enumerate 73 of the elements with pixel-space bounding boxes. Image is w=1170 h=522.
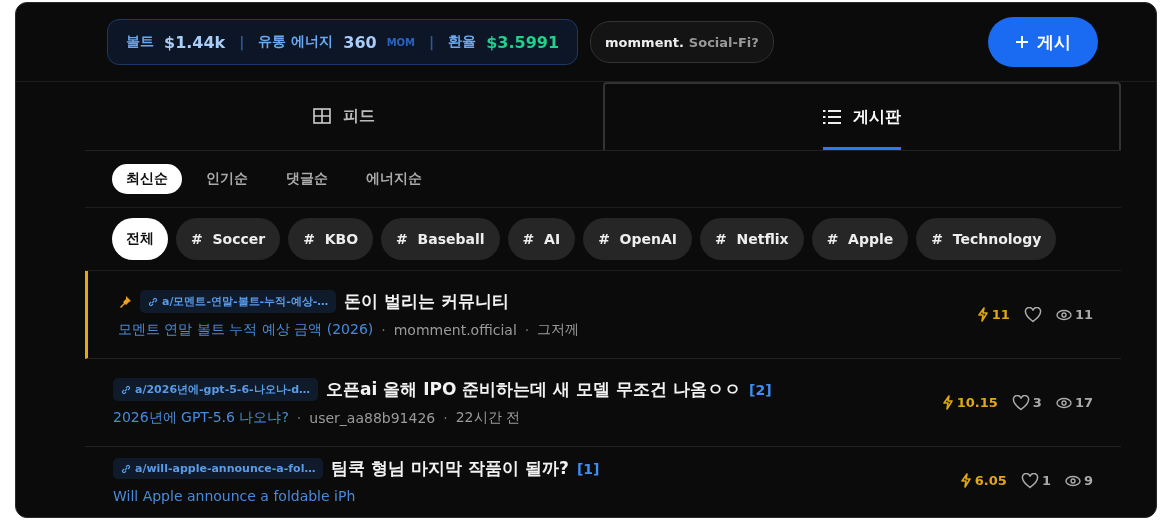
post-author[interactable]: momment.official: [393, 322, 517, 338]
post-title[interactable]: 오픈ai 올해 IPO 준비하는데 새 모델 무조건 나옴ㅇㅇ: [326, 378, 742, 401]
view-count: 17: [1074, 395, 1093, 410]
post-row[interactable]: a/will-apple-announce-a-fol… 팀쿡 형님 마지막 작품이 될까? [1] Will Apple announce a foldable iPh 6.05 1 9: [85, 447, 1121, 508]
link-icon: [121, 384, 131, 395]
post-row[interactable]: a/모멘트-연말-볼트-누적-예상-… 돈이 벌리는 커뮤니티 모멘트 연말 볼트 누적 예상 금액 (2026) · momment.official · 그저께 11 11: [85, 271, 1121, 359]
brand-tagline: Social-Fi?: [688, 34, 759, 50]
view-tab[interactable]: 피드: [85, 82, 603, 150]
market-link[interactable]: 모멘트 연말 볼트 누적 예상 금액 (2026): [118, 321, 374, 339]
post-row[interactable]: a/2026년에-gpt-5-6-나오나-d… 오픈ai 올해 IPO 준비하는데 새 모델 무조건 나옴ㅇㅇ [2] 2026년에 GPT-5.6 나오냐? · user_aa88b91426 · 22시간 전 10.15 3 17: [85, 359, 1121, 447]
lightning-icon: [959, 473, 972, 488]
lightning-icon: [941, 395, 954, 410]
eye-icon: [1064, 474, 1081, 487]
tag-chip[interactable]: # KBO: [288, 218, 374, 260]
tag-chip[interactable]: # Netflix: [700, 218, 804, 260]
post-button[interactable]: 게시: [988, 17, 1098, 67]
post-author[interactable]: user_aa88b91426: [309, 410, 436, 426]
plus-icon: [1015, 35, 1029, 49]
comment-count: [1]: [576, 460, 600, 477]
community-tag[interactable]: a/2026년에-gpt-5-6-나오나-d…: [113, 378, 319, 401]
view-tab[interactable]: 게시판: [603, 82, 1121, 150]
community-tag[interactable]: a/will-apple-announce-a-fol…: [113, 458, 324, 479]
like-count: 1: [1041, 473, 1051, 488]
sort-tab[interactable]: 인기순: [192, 164, 262, 194]
separator-dot: ·: [524, 322, 530, 338]
tag-chip[interactable]: # Soccer: [176, 218, 281, 260]
energy-value: 360: [343, 32, 377, 52]
tag-chip[interactable]: 전체: [112, 218, 168, 260]
rate-label: 환율: [448, 33, 477, 51]
pin-icon: [118, 294, 132, 309]
separator-dot: ·: [443, 410, 448, 426]
energy-count: 6.05: [974, 473, 1007, 488]
heart-icon[interactable]: [1020, 472, 1039, 489]
energy-unit: MOM: [386, 36, 416, 48]
sort-tab[interactable]: 최신순: [112, 164, 182, 194]
heart-icon[interactable]: [1023, 306, 1042, 323]
volt-label: 볼트: [126, 33, 154, 51]
eye-icon: [1055, 308, 1072, 321]
list-icon: [823, 110, 841, 124]
volt-value: $1.44k: [164, 32, 226, 52]
link-icon: [121, 463, 131, 474]
eye-icon: [1055, 396, 1072, 409]
comment-count: [2]: [749, 381, 772, 398]
link-icon: [148, 296, 158, 307]
energy-count: 11: [991, 307, 1010, 322]
tag-chip[interactable]: # Apple: [811, 218, 909, 260]
market-link[interactable]: 2026년에 GPT-5.6 나오냐?: [113, 409, 289, 427]
lightning-icon: [976, 307, 989, 322]
post-title[interactable]: 돈이 벌리는 커뮤니티: [344, 290, 510, 313]
energy-count: 10.15: [956, 395, 998, 410]
community-tag[interactable]: a/모멘트-연말-볼트-누적-예상-…: [140, 290, 337, 313]
grid-icon: [313, 108, 331, 124]
energy-label: 유통 에너지: [258, 33, 334, 51]
rate-value: $3.5991: [486, 32, 560, 52]
post-title[interactable]: 팀쿡 형님 마지막 작품이 될까?: [331, 457, 569, 480]
separator-dot: ·: [296, 410, 302, 426]
post-time: 22시간 전: [455, 409, 520, 427]
view-count: 9: [1083, 473, 1093, 488]
sort-tab[interactable]: 댓글순: [272, 164, 342, 194]
view-count: 11: [1074, 307, 1093, 322]
heart-icon[interactable]: [1011, 394, 1030, 411]
separator: |: [239, 34, 245, 50]
tag-chip[interactable]: # Technology: [916, 218, 1057, 260]
tag-chip[interactable]: # OpenAI: [583, 218, 693, 260]
brand-name: momment.: [605, 34, 684, 50]
post-time: 그저께: [537, 321, 580, 339]
like-count: 3: [1032, 395, 1042, 410]
sort-tab[interactable]: 에너지순: [352, 164, 436, 194]
separator: |: [429, 34, 435, 50]
market-link[interactable]: Will Apple announce a foldable iPh: [113, 488, 356, 504]
separator-dot: ·: [381, 322, 386, 338]
tag-chip[interactable]: # Baseball: [381, 218, 500, 260]
tag-chip[interactable]: # AI: [507, 218, 576, 260]
